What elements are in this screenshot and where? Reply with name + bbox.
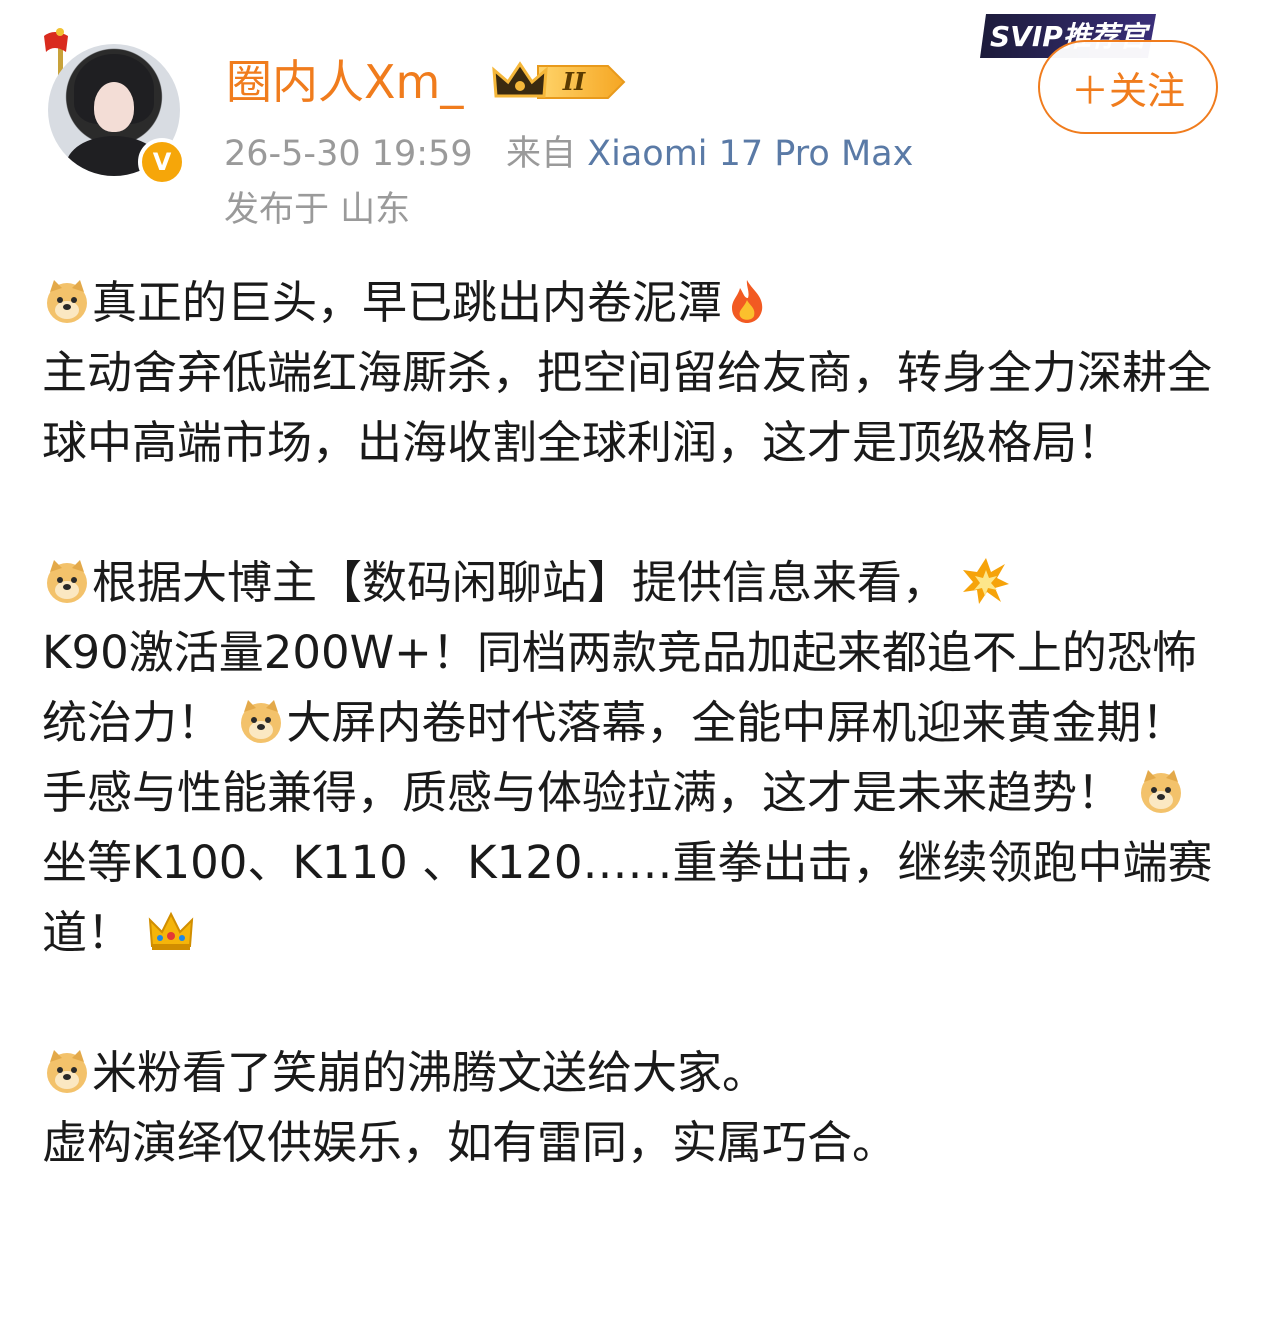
p3-a: 米粉看了笑崩的沸腾文送给大家。 (92, 1046, 768, 1099)
paragraph-1: 真正的巨头，早已跳出内卷泥潭 主动舍弃低端红海厮杀，把空间留给友商，转身全力深耕… (42, 268, 1222, 478)
fire-emoji (732, 280, 763, 323)
crown-level-badge[interactable]: II (490, 56, 630, 108)
p2-d: 手感与性能兼得，质感与体验拉满，这才是未来趋势！ (42, 766, 1123, 819)
explosion-emoji (963, 558, 1010, 604)
post-meta: 26-5-30 19:59 来自 Xiaomi 17 Pro Max (224, 132, 913, 176)
paragraph-3: 米粉看了笑崩的沸腾文送给大家。 虚构演绎仅供娱乐，如有雷同，实属巧合。 (42, 1038, 1222, 1178)
verified-icon: V (138, 138, 186, 186)
source-prefix: 来自 (505, 134, 576, 174)
device-link[interactable]: Xiaomi 17 Pro Max (587, 134, 913, 174)
post-body: 真正的巨头，早已跳出内卷泥潭 主动舍弃低端红海厮杀，把空间留给友商，转身全力深耕… (42, 268, 1222, 1178)
location: 发布于 山东 (224, 190, 411, 230)
level-text: II (562, 67, 586, 96)
p1-line1: 真正的巨头，早已跳出内卷泥潭 (92, 276, 723, 329)
timestamp: 26-5-30 19:59 (224, 134, 473, 174)
follow-button[interactable]: ＋关注 (1038, 40, 1218, 134)
crown-emoji (149, 911, 194, 950)
doge-emoji (1141, 770, 1182, 813)
p1-line2: 主动舍弃低端红海厮杀，把空间留给友商，转身全力深耕全球中高端市场，出海收割全球利… (42, 346, 1213, 469)
paragraph-2: 根据大博主【数码闲聊站】提供信息来看， K90激活量200W+！同档两款竞品加起… (42, 548, 1222, 968)
doge-emoji (47, 1050, 87, 1093)
p2-a: 根据大博主【数码闲聊站】提供信息来看， (92, 556, 948, 609)
doge-emoji (241, 700, 282, 743)
doge-emoji (47, 560, 87, 603)
p2-c: 大屏内卷时代落幕，全能中屏机迎来黄金期！ (286, 696, 1187, 749)
avatar-container[interactable]: V (40, 26, 190, 186)
p2-e: 坐等K100、K110 、K120……重拳出击，继续领跑中端赛道！ (42, 836, 1213, 959)
doge-emoji (47, 280, 87, 323)
p3-b: 虚构演绎仅供娱乐，如有雷同，实属巧合。 (42, 1116, 898, 1169)
username[interactable]: 圈内人Xm_ (226, 54, 463, 110)
